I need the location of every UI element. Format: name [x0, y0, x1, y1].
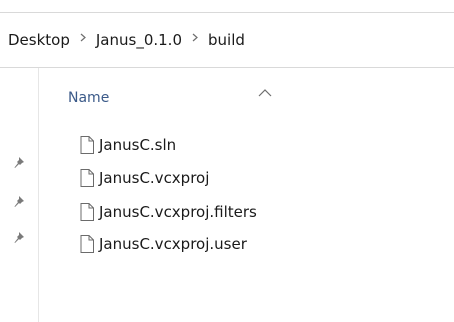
- window-top-strip: [0, 0, 454, 12]
- file-icon: [80, 235, 94, 253]
- list-item[interactable]: JanusC.vcxproj.filters: [80, 201, 257, 223]
- list-item[interactable]: JanusC.vcxproj: [80, 167, 209, 189]
- file-icon: [80, 203, 94, 221]
- breadcrumb-item-build[interactable]: build: [208, 31, 245, 49]
- file-name: JanusC.vcxproj.user: [99, 235, 247, 253]
- file-icon: [80, 169, 94, 187]
- list-item[interactable]: JanusC.vcxproj.user: [80, 233, 247, 255]
- file-name: JanusC.vcxproj: [99, 169, 210, 187]
- breadcrumb-divider: [0, 67, 454, 68]
- breadcrumb-item-desktop[interactable]: Desktop: [8, 31, 70, 49]
- breadcrumb[interactable]: Desktop Janus_0.1.0 build: [0, 13, 454, 67]
- breadcrumb-item-janus[interactable]: Janus_0.1.0: [96, 31, 182, 49]
- file-icon: [80, 136, 94, 154]
- file-name: JanusC.sln: [99, 136, 177, 154]
- sort-ascending-icon: [258, 82, 272, 97]
- chevron-right-icon[interactable]: [192, 33, 198, 45]
- pin-icon[interactable]: [13, 154, 27, 168]
- file-name: JanusC.vcxproj.filters: [99, 203, 257, 221]
- navigation-pane-divider[interactable]: [38, 68, 39, 322]
- column-header-name[interactable]: Name: [68, 90, 109, 106]
- list-item[interactable]: JanusC.sln: [80, 134, 176, 156]
- chevron-right-icon[interactable]: [80, 33, 86, 45]
- pin-icon[interactable]: [13, 229, 27, 243]
- pin-icon[interactable]: [13, 193, 27, 207]
